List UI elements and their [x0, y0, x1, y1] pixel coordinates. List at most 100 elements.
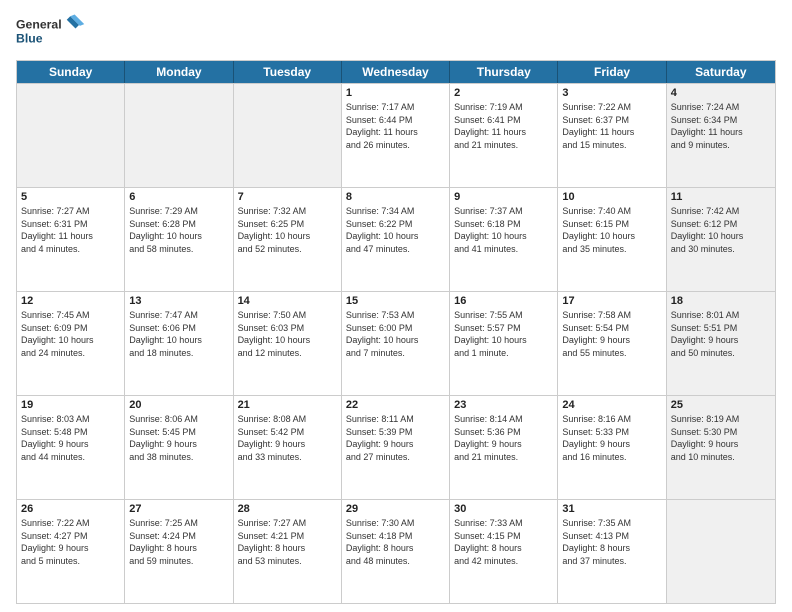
calendar: SundayMondayTuesdayWednesdayThursdayFrid…	[16, 60, 776, 604]
cal-cell-r4-c0: 26 Sunrise: 7:22 AM Sunset: 4:27 PM Dayli…	[17, 500, 125, 603]
cal-cell-r1-c4: 9 Sunrise: 7:37 AM Sunset: 6:18 PM Daylig…	[450, 188, 558, 291]
cell-text: Sunrise: 8:19 AM Sunset: 5:30 PM Dayligh…	[671, 413, 771, 463]
cal-header-saturday: Saturday	[667, 61, 775, 83]
svg-text:General: General	[16, 18, 62, 32]
cal-cell-r1-c5: 10Sunrise: 7:40 AM Sunset: 6:15 PM Dayli…	[558, 188, 666, 291]
cal-cell-r1-c3: 8Sunrise: 7:34 AM Sunset: 6:22 PM Daylig…	[342, 188, 450, 291]
cal-cell-r3-c3: 22 Sunrise: 8:11 AM Sunset: 5:39 PM Dayli…	[342, 396, 450, 499]
cell-text: Sunrise: 7:27 AM Sunset: 4:21 PM Dayligh…	[238, 517, 337, 567]
day-number: 11	[671, 191, 771, 203]
cal-cell-r4-c1: 27 Sunrise: 7:25 AM Sunset: 4:24 PM Dayli…	[125, 500, 233, 603]
cell-text: Sunrise: 7:30 AM Sunset: 4:18 PM Dayligh…	[346, 517, 445, 567]
cal-header-thursday: Thursday	[450, 61, 558, 83]
day-number: 22	[346, 399, 445, 411]
cell-text: Sunrise: 8:03 AM Sunset: 5:48 PM Dayligh…	[21, 413, 120, 463]
cal-cell-r3-c6: 25 Sunrise: 8:19 AM Sunset: 5:30 PM Dayli…	[667, 396, 775, 499]
cal-cell-r2-c5: 17 Sunrise: 7:58 AM Sunset: 5:54 PM Dayli…	[558, 292, 666, 395]
cal-header-friday: Friday	[558, 61, 666, 83]
cal-row-3: 19 Sunrise: 8:03 AM Sunset: 5:48 PM Dayli…	[17, 395, 775, 499]
cal-cell-r4-c2: 28 Sunrise: 7:27 AM Sunset: 4:21 PM Dayli…	[234, 500, 342, 603]
day-number: 28	[238, 503, 337, 515]
cal-cell-r4-c5: 31 Sunrise: 7:35 AM Sunset: 4:13 PM Dayli…	[558, 500, 666, 603]
calendar-header: SundayMondayTuesdayWednesdayThursdayFrid…	[17, 61, 775, 83]
cal-cell-r3-c2: 21 Sunrise: 8:08 AM Sunset: 5:42 PM Dayli…	[234, 396, 342, 499]
cell-text: Sunrise: 7:32 AM Sunset: 6:25 PM Dayligh…	[238, 205, 337, 255]
cal-header-tuesday: Tuesday	[234, 61, 342, 83]
day-number: 30	[454, 503, 553, 515]
cell-text: Sunrise: 7:45 AM Sunset: 6:09 PM Dayligh…	[21, 309, 120, 359]
cal-cell-r0-c2	[234, 84, 342, 187]
cell-text: Sunrise: 7:55 AM Sunset: 5:57 PM Dayligh…	[454, 309, 553, 359]
logo-icon: General Blue	[16, 12, 86, 52]
day-number: 3	[562, 87, 661, 99]
day-number: 17	[562, 295, 661, 307]
cal-cell-r2-c3: 15 Sunrise: 7:53 AM Sunset: 6:00 PM Dayli…	[342, 292, 450, 395]
cal-cell-r3-c5: 24Sunrise: 8:16 AM Sunset: 5:33 PM Dayli…	[558, 396, 666, 499]
cal-cell-r4-c4: 30 Sunrise: 7:33 AM Sunset: 4:15 PM Dayli…	[450, 500, 558, 603]
day-number: 12	[21, 295, 120, 307]
day-number: 25	[671, 399, 771, 411]
cal-cell-r2-c0: 12 Sunrise: 7:45 AM Sunset: 6:09 PM Dayli…	[17, 292, 125, 395]
logo: General Blue	[16, 12, 90, 52]
cell-text: Sunrise: 7:53 AM Sunset: 6:00 PM Dayligh…	[346, 309, 445, 359]
day-number: 14	[238, 295, 337, 307]
day-number: 2	[454, 87, 553, 99]
cal-cell-r1-c1: 6Sunrise: 7:29 AM Sunset: 6:28 PM Daylig…	[125, 188, 233, 291]
cal-row-1: 5 Sunrise: 7:27 AM Sunset: 6:31 PM Daylig…	[17, 187, 775, 291]
cell-text: Sunrise: 8:06 AM Sunset: 5:45 PM Dayligh…	[129, 413, 228, 463]
cell-text: Sunrise: 8:11 AM Sunset: 5:39 PM Dayligh…	[346, 413, 445, 463]
cell-text: Sunrise: 7:37 AM Sunset: 6:18 PM Dayligh…	[454, 205, 553, 255]
cell-text: Sunrise: 7:22 AM Sunset: 6:37 PM Dayligh…	[562, 101, 661, 151]
cal-cell-r4-c6	[667, 500, 775, 603]
cell-text: Sunrise: 7:22 AM Sunset: 4:27 PM Dayligh…	[21, 517, 120, 567]
day-number: 9	[454, 191, 553, 203]
day-number: 27	[129, 503, 228, 515]
cell-text: Sunrise: 8:08 AM Sunset: 5:42 PM Dayligh…	[238, 413, 337, 463]
cal-cell-r3-c1: 20Sunrise: 8:06 AM Sunset: 5:45 PM Dayli…	[125, 396, 233, 499]
day-number: 5	[21, 191, 120, 203]
day-number: 16	[454, 295, 553, 307]
cal-row-2: 12 Sunrise: 7:45 AM Sunset: 6:09 PM Dayli…	[17, 291, 775, 395]
day-number: 18	[671, 295, 771, 307]
cal-cell-r4-c3: 29 Sunrise: 7:30 AM Sunset: 4:18 PM Dayli…	[342, 500, 450, 603]
cell-text: Sunrise: 7:33 AM Sunset: 4:15 PM Dayligh…	[454, 517, 553, 567]
day-number: 31	[562, 503, 661, 515]
day-number: 29	[346, 503, 445, 515]
cell-text: Sunrise: 7:25 AM Sunset: 4:24 PM Dayligh…	[129, 517, 228, 567]
day-number: 21	[238, 399, 337, 411]
cal-cell-r3-c0: 19 Sunrise: 8:03 AM Sunset: 5:48 PM Dayli…	[17, 396, 125, 499]
cal-cell-r0-c1	[125, 84, 233, 187]
svg-text:Blue: Blue	[16, 32, 43, 46]
header: General Blue	[16, 12, 776, 52]
day-number: 1	[346, 87, 445, 99]
cell-text: Sunrise: 7:35 AM Sunset: 4:13 PM Dayligh…	[562, 517, 661, 567]
cell-text: Sunrise: 7:58 AM Sunset: 5:54 PM Dayligh…	[562, 309, 661, 359]
cell-text: Sunrise: 7:19 AM Sunset: 6:41 PM Dayligh…	[454, 101, 553, 151]
day-number: 10	[562, 191, 661, 203]
day-number: 23	[454, 399, 553, 411]
day-number: 13	[129, 295, 228, 307]
cal-cell-r2-c2: 14 Sunrise: 7:50 AM Sunset: 6:03 PM Dayli…	[234, 292, 342, 395]
cal-row-4: 26 Sunrise: 7:22 AM Sunset: 4:27 PM Dayli…	[17, 499, 775, 603]
day-number: 26	[21, 503, 120, 515]
cell-text: Sunrise: 7:50 AM Sunset: 6:03 PM Dayligh…	[238, 309, 337, 359]
day-number: 7	[238, 191, 337, 203]
cal-cell-r1-c6: 11 Sunrise: 7:42 AM Sunset: 6:12 PM Dayli…	[667, 188, 775, 291]
cal-cell-r0-c6: 4Sunrise: 7:24 AM Sunset: 6:34 PM Daylig…	[667, 84, 775, 187]
cal-cell-r1-c2: 7 Sunrise: 7:32 AM Sunset: 6:25 PM Daylig…	[234, 188, 342, 291]
cal-cell-r2-c6: 18Sunrise: 8:01 AM Sunset: 5:51 PM Dayli…	[667, 292, 775, 395]
cell-text: Sunrise: 7:47 AM Sunset: 6:06 PM Dayligh…	[129, 309, 228, 359]
day-number: 19	[21, 399, 120, 411]
cal-cell-r2-c4: 16 Sunrise: 7:55 AM Sunset: 5:57 PM Dayli…	[450, 292, 558, 395]
cal-header-sunday: Sunday	[17, 61, 125, 83]
cell-text: Sunrise: 7:29 AM Sunset: 6:28 PM Dayligh…	[129, 205, 228, 255]
cell-text: Sunrise: 7:42 AM Sunset: 6:12 PM Dayligh…	[671, 205, 771, 255]
cell-text: Sunrise: 7:27 AM Sunset: 6:31 PM Dayligh…	[21, 205, 120, 255]
cal-header-wednesday: Wednesday	[342, 61, 450, 83]
cell-text: Sunrise: 7:24 AM Sunset: 6:34 PM Dayligh…	[671, 101, 771, 151]
cal-cell-r2-c1: 13 Sunrise: 7:47 AM Sunset: 6:06 PM Dayli…	[125, 292, 233, 395]
cal-cell-r0-c5: 3 Sunrise: 7:22 AM Sunset: 6:37 PM Daylig…	[558, 84, 666, 187]
cal-cell-r1-c0: 5 Sunrise: 7:27 AM Sunset: 6:31 PM Daylig…	[17, 188, 125, 291]
cell-text: Sunrise: 8:16 AM Sunset: 5:33 PM Dayligh…	[562, 413, 661, 463]
day-number: 15	[346, 295, 445, 307]
